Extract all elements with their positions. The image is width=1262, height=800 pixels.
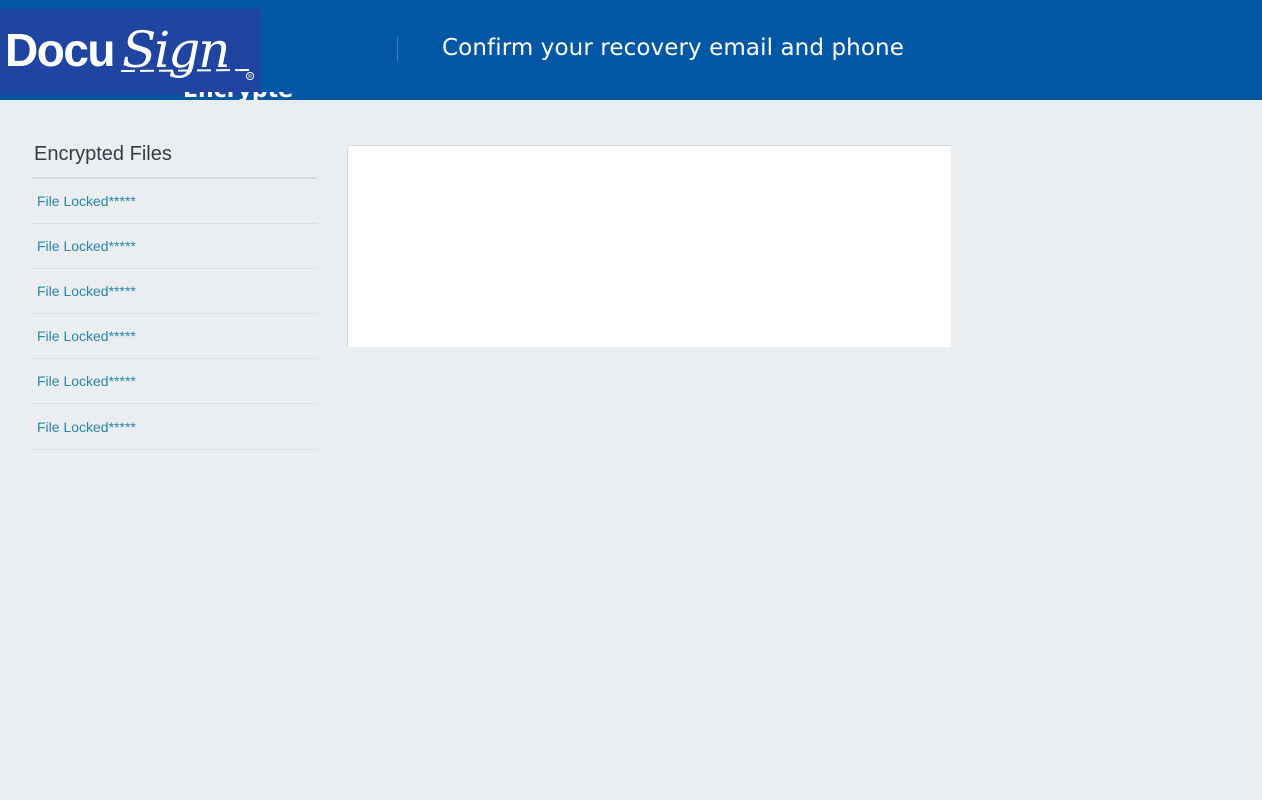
docusign-logo[interactable]: Docu Sign R (0, 9, 261, 95)
svg-text:R: R (248, 74, 252, 80)
top-header: Docu Sign R Confirm your recovery email … (0, 0, 1262, 100)
clipped-heading-text: Encrypted Files (183, 92, 293, 100)
sidebar-title: Encrypted Files (32, 141, 317, 179)
file-link[interactable]: File Locked***** (37, 373, 136, 389)
header-divider (397, 37, 398, 61)
file-link[interactable]: File Locked***** (37, 328, 136, 344)
file-link[interactable]: File Locked***** (37, 419, 136, 435)
file-link[interactable]: File Locked***** (37, 283, 136, 299)
svg-text:Docu: Docu (5, 24, 114, 76)
encrypted-files-sidebar: Encrypted Files File Locked***** File Lo… (32, 141, 317, 450)
file-link[interactable]: File Locked***** (37, 238, 136, 254)
page-title: Confirm your recovery email and phone (442, 35, 904, 61)
file-link[interactable]: File Locked***** (37, 193, 136, 209)
file-list: File Locked***** File Locked***** File L… (32, 179, 317, 450)
docusign-logo-mark: Docu Sign R (5, 21, 255, 81)
svg-text:Sign: Sign (122, 21, 228, 79)
list-item: File Locked***** (32, 314, 317, 359)
content-panel (347, 145, 951, 347)
list-item: File Locked***** (32, 224, 317, 269)
list-item: File Locked***** (32, 359, 317, 404)
list-item: File Locked***** (32, 404, 317, 450)
list-item: File Locked***** (32, 269, 317, 314)
list-item: File Locked***** (32, 179, 317, 224)
clipped-heading-label: Encrypted Files (183, 92, 293, 100)
